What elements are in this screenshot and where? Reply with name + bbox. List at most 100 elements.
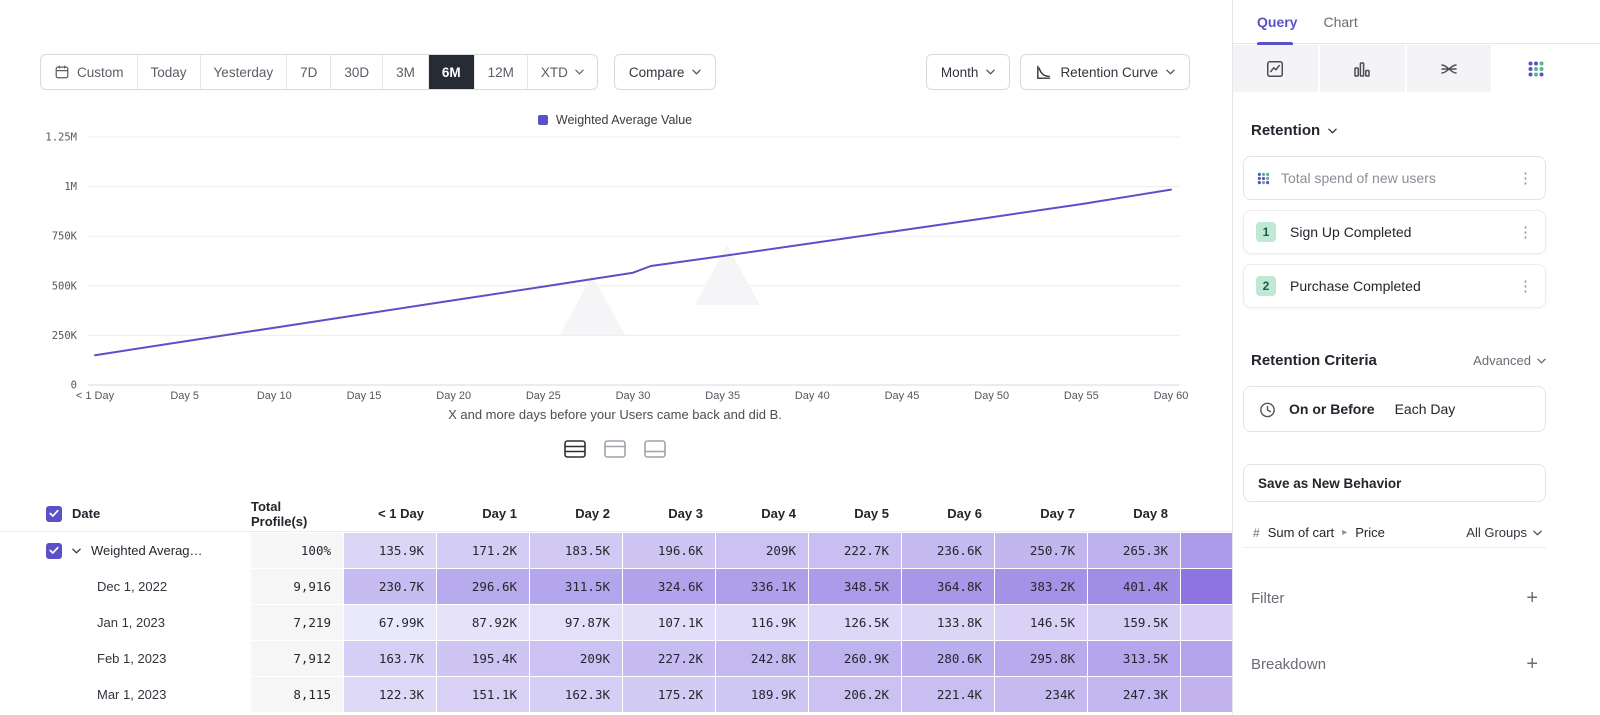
table-header-row: DateTotal Profile(s)< 1 DayDay 1Day 2Day… — [0, 496, 1232, 532]
tab-query[interactable]: Query — [1257, 0, 1297, 44]
add-breakdown-button[interactable]: + — [1526, 654, 1538, 674]
retention-line-chart[interactable]: 0250K500K750K1M1.25M< 1 DayDay 5Day 10Da… — [30, 128, 1190, 408]
retention-value-cell[interactable]: 242.8K — [716, 641, 808, 676]
retention-value-cell[interactable]: 260.9K — [809, 641, 901, 676]
timing-value[interactable]: Each Day — [1395, 401, 1456, 417]
layout-chart-view-button[interactable] — [600, 436, 630, 462]
range-6m-button[interactable]: 6M — [429, 55, 475, 89]
retention-value-cell[interactable]: 107.1K — [623, 605, 715, 640]
svg-text:Day 25: Day 25 — [526, 390, 561, 402]
retention-section-header[interactable]: Retention — [1251, 122, 1546, 139]
behavior-header[interactable]: Total spend of new users ⋮ — [1243, 156, 1546, 200]
row-select-checkbox[interactable] — [46, 543, 62, 559]
chevron-down-icon — [692, 69, 701, 75]
row-label-cell: Mar 1, 2023 — [0, 677, 250, 712]
retention-value-cell[interactable]: 324.6K — [623, 569, 715, 604]
groups-label: All Groups — [1466, 525, 1527, 540]
retention-value-cell[interactable]: 401.4K — [1088, 569, 1180, 604]
retention-value-cell[interactable]: 175.2K — [623, 677, 715, 712]
retention-value-cell[interactable]: 183.5K — [530, 533, 622, 568]
retention-value-cell[interactable]: 209K — [716, 533, 808, 568]
retention-value-cell[interactable]: 236.6K — [902, 533, 994, 568]
range-3m-button[interactable]: 3M — [383, 55, 429, 89]
retention-value-cell[interactable]: 163.7K — [344, 641, 436, 676]
retention-value-cell[interactable]: 296.6K — [437, 569, 529, 604]
retention-value-cell[interactable]: 280.6K — [902, 641, 994, 676]
retention-value-cell[interactable]: 206.2K — [809, 677, 901, 712]
chart-view-button[interactable]: Retention Curve — [1020, 54, 1190, 90]
range-custom-button[interactable]: Custom — [41, 55, 138, 89]
kebab-icon[interactable]: ⋮ — [1518, 171, 1533, 186]
add-filter-button[interactable]: + — [1526, 588, 1538, 608]
tab-chart[interactable]: Chart — [1323, 0, 1357, 44]
retention-value-cell[interactable]: 159.5K — [1088, 605, 1180, 640]
retention-value-cell[interactable]: 364.8K — [902, 569, 994, 604]
kebab-icon[interactable]: ⋮ — [1518, 279, 1533, 294]
layout-split-view-button[interactable] — [560, 436, 590, 462]
retention-value-cell[interactable]: 196.6K — [623, 533, 715, 568]
retention-value-cell[interactable]: 336.1K — [716, 569, 808, 604]
insights-chart-type-button[interactable] — [1233, 45, 1318, 92]
retention-value-cell[interactable]: 230.7K — [344, 569, 436, 604]
retention-value-cell[interactable]: 265.3K — [1088, 533, 1180, 568]
retention-value-cell[interactable]: 171.2K — [437, 533, 529, 568]
advanced-toggle[interactable]: Advanced — [1473, 353, 1546, 368]
range-7d-button[interactable]: 7D — [287, 55, 331, 89]
next-column-partial-cell — [1181, 569, 1232, 604]
range-yesterday-button[interactable]: Yesterday — [201, 55, 288, 89]
behavior-step[interactable]: 2Purchase Completed⋮ — [1243, 264, 1546, 308]
bar-chart-type-button[interactable] — [1320, 45, 1405, 92]
flows-chart-type-button[interactable] — [1407, 45, 1492, 92]
kebab-icon[interactable]: ⋮ — [1518, 225, 1533, 240]
date-row-label: Jan 1, 2023 — [97, 615, 165, 630]
svg-text:750K: 750K — [52, 231, 78, 243]
retention-value-cell[interactable]: 122.3K — [344, 677, 436, 712]
retention-value-cell[interactable]: 227.2K — [623, 641, 715, 676]
retention-value-cell[interactable]: 151.1K — [437, 677, 529, 712]
retention-value-cell[interactable]: 116.9K — [716, 605, 808, 640]
retention-value-cell[interactable]: 87.92K — [437, 605, 529, 640]
save-behavior-button[interactable]: Save as New Behavior — [1243, 464, 1546, 502]
calendar-icon — [54, 64, 70, 80]
retention-value-cell[interactable]: 195.4K — [437, 641, 529, 676]
retention-value-cell[interactable]: 295.8K — [995, 641, 1087, 676]
retention-value-cell[interactable]: 133.8K — [902, 605, 994, 640]
behavior-step[interactable]: 1Sign Up Completed⋮ — [1243, 210, 1546, 254]
range-label: XTD — [541, 65, 568, 80]
retention-value-cell[interactable]: 126.5K — [809, 605, 901, 640]
range-label: Yesterday — [214, 65, 274, 80]
retention-chart-type-button[interactable] — [1493, 45, 1578, 92]
retention-value-cell[interactable]: 222.7K — [809, 533, 901, 568]
measure-row[interactable]: # Sum of cart ▸ Price All Groups — [1243, 518, 1546, 548]
select-all-checkbox[interactable] — [46, 506, 62, 522]
retention-value-cell[interactable]: 67.99K — [344, 605, 436, 640]
compare-button[interactable]: Compare — [614, 54, 717, 90]
range-today-button[interactable]: Today — [138, 55, 201, 89]
retention-timing-control[interactable]: On or Before Each Day — [1243, 386, 1546, 432]
range-12m-button[interactable]: 12M — [475, 55, 528, 89]
svg-text:Day 45: Day 45 — [885, 390, 920, 402]
retention-value-cell[interactable]: 313.5K — [1088, 641, 1180, 676]
svg-text:Day 30: Day 30 — [616, 390, 651, 402]
expand-chevron-icon[interactable] — [72, 548, 81, 554]
retention-value-cell[interactable]: 135.9K — [344, 533, 436, 568]
range-xtd-button[interactable]: XTD — [528, 55, 597, 89]
retention-value-cell[interactable]: 247.3K — [1088, 677, 1180, 712]
granularity-button[interactable]: Month — [926, 54, 1011, 90]
retention-value-cell[interactable]: 221.4K — [902, 677, 994, 712]
retention-value-cell[interactable]: 348.5K — [809, 569, 901, 604]
measure-name: Sum of cart — [1268, 525, 1334, 540]
retention-value-cell[interactable]: 311.5K — [530, 569, 622, 604]
retention-value-cell[interactable]: 97.87K — [530, 605, 622, 640]
retention-value-cell[interactable]: 250.7K — [995, 533, 1087, 568]
range-30d-button[interactable]: 30D — [331, 55, 383, 89]
range-label: 3M — [396, 65, 415, 80]
retention-value-cell[interactable]: 189.9K — [716, 677, 808, 712]
layout-table-view-button[interactable] — [640, 436, 670, 462]
retention-value-cell[interactable]: 234K — [995, 677, 1087, 712]
retention-value-cell[interactable]: 209K — [530, 641, 622, 676]
groups-dropdown[interactable]: All Groups — [1466, 525, 1542, 540]
retention-value-cell[interactable]: 162.3K — [530, 677, 622, 712]
retention-value-cell[interactable]: 383.2K — [995, 569, 1087, 604]
retention-value-cell[interactable]: 146.5K — [995, 605, 1087, 640]
